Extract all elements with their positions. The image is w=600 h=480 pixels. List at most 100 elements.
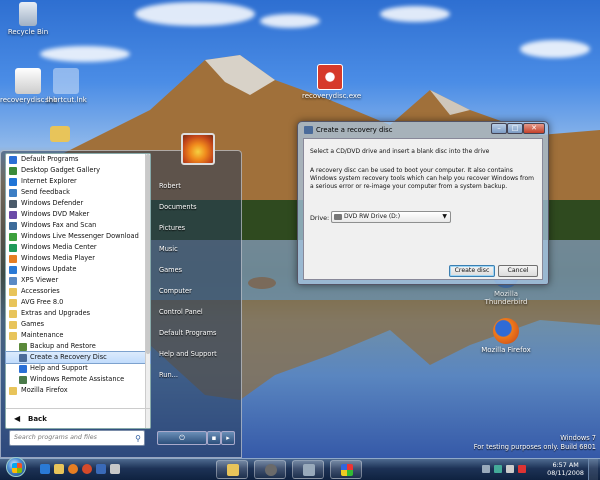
lock-button[interactable]: ▪ — [207, 431, 221, 445]
program-label: Accessories — [21, 287, 60, 295]
dialog-titlebar[interactable]: Create a recovery disc — [304, 124, 392, 136]
start-menu-link[interactable]: Run... — [159, 371, 178, 379]
program-item[interactable]: Send feedback — [6, 187, 150, 198]
taskbar-explorer-button[interactable] — [216, 460, 248, 479]
quicklaunch-media-player-icon[interactable] — [68, 464, 78, 474]
desktop-icon-folder[interactable] — [40, 126, 80, 144]
desktop-icon-recoverydisc-exe[interactable]: recoverydisc.exe — [302, 64, 361, 100]
network-icon[interactable] — [494, 465, 502, 473]
program-label: AVG Free 8.0 — [21, 298, 64, 306]
folder-icon — [227, 464, 239, 476]
program-item[interactable]: Help and Support — [6, 363, 150, 374]
program-item[interactable]: Internet Explorer — [6, 176, 150, 187]
cancel-button[interactable]: Cancel — [498, 265, 538, 277]
create-disc-button[interactable]: Create disc — [449, 265, 495, 277]
program-item[interactable]: Create a Recovery Disc — [5, 351, 151, 364]
search-input[interactable]: Search programs and files ⚲ — [9, 430, 145, 446]
close-button[interactable]: ✕ — [523, 123, 545, 134]
shutdown-button[interactable]: ⏻ — [157, 431, 207, 445]
desktop-icon-shortcut[interactable]: shortcut.lnk — [38, 68, 94, 104]
start-menu: Default Programs Desktop Gadget Gallery In… — [0, 133, 242, 458]
program-label: Send feedback — [21, 188, 70, 196]
program-item[interactable]: Windows DVD Maker — [6, 209, 150, 220]
avg-icon[interactable] — [518, 465, 526, 473]
dialog-instruction: Select a CD/DVD drive and insert a blank… — [310, 148, 490, 155]
close-icon: ✕ — [531, 124, 537, 132]
program-item[interactable]: Games — [6, 319, 150, 330]
start-button[interactable] — [6, 457, 26, 477]
back-button[interactable]: ◀ Back — [6, 408, 150, 428]
program-item[interactable]: Windows Fax and Scan — [6, 220, 150, 231]
tray-up-arrow-icon[interactable] — [482, 465, 490, 473]
program-label: Backup and Restore — [30, 342, 96, 350]
taskbar-shortcut-button[interactable] — [292, 460, 324, 479]
recovery-disc-icon — [304, 126, 313, 134]
program-icon — [9, 156, 17, 164]
volume-icon[interactable] — [506, 465, 514, 473]
power-options-button[interactable]: ▸ — [221, 431, 235, 445]
dialog-title: Create a recovery disc — [316, 126, 393, 134]
start-menu-link[interactable]: Music — [159, 245, 178, 253]
program-label: Windows Media Center — [21, 243, 97, 251]
program-item[interactable]: Windows Update — [6, 264, 150, 275]
program-label: XPS Viewer — [21, 276, 59, 284]
quicklaunch-ie-icon[interactable] — [40, 464, 50, 474]
quicklaunch-show-desktop-icon[interactable] — [110, 464, 120, 474]
program-label: Help and Support — [30, 364, 88, 372]
program-item[interactable]: Maintenance — [6, 330, 150, 341]
start-menu-link[interactable]: Help and Support — [159, 350, 217, 358]
system-tray: 6:57 AM 08/11/2008 — [480, 459, 598, 480]
desktop: Recycle Bin recoverydisc.lnk shortcut.ln… — [0, 0, 600, 458]
program-label: Mozilla Firefox — [21, 386, 68, 394]
shortcut-icon — [303, 464, 315, 476]
taskbar-media-button[interactable] — [330, 460, 362, 479]
folder-icon — [9, 321, 17, 329]
watermark-build: For testing purposes only. Build 6801 — [473, 443, 596, 451]
program-icon — [9, 266, 17, 274]
program-item[interactable]: Windows Remote Assistance — [6, 374, 150, 385]
start-menu-link[interactable]: Documents — [159, 203, 197, 211]
start-menu-link[interactable]: Pictures — [159, 224, 185, 232]
start-menu-right-pane: Robert Documents Pictures Music Games Compute… — [151, 133, 241, 431]
program-item[interactable]: Backup and Restore — [6, 341, 150, 352]
program-icon — [9, 233, 17, 241]
program-item[interactable]: Windows Live Messenger Download — [6, 231, 150, 242]
desktop-icon-recycle-bin[interactable]: Recycle Bin — [0, 2, 56, 36]
power-icon: ⏻ — [179, 434, 185, 442]
program-icon — [9, 222, 17, 230]
program-item[interactable]: Desktop Gadget Gallery — [6, 165, 150, 176]
start-menu-link[interactable]: Games — [159, 266, 182, 274]
programs-scrollbar[interactable] — [145, 154, 150, 428]
minimize-button[interactable]: – — [491, 123, 507, 134]
user-avatar[interactable] — [181, 133, 215, 165]
quicklaunch-explorer-icon[interactable] — [54, 464, 64, 474]
quicklaunch-firefox-icon[interactable] — [82, 464, 92, 474]
show-desktop-button[interactable] — [588, 459, 598, 480]
desktop-icon-firefox[interactable]: Mozilla Firefox — [478, 318, 534, 354]
program-item[interactable]: Windows Defender — [6, 198, 150, 209]
build-watermark: Windows 7 For testing purposes only. Bui… — [474, 434, 596, 452]
program-item[interactable]: AVG Free 8.0 — [6, 297, 150, 308]
desktop-icon-label: Recycle Bin — [7, 28, 49, 36]
program-item[interactable]: Accessories — [6, 286, 150, 297]
program-item[interactable]: XPS Viewer — [6, 275, 150, 286]
clock-time: 6:57 AM — [552, 461, 579, 469]
program-item[interactable]: Extras and Upgrades — [6, 308, 150, 319]
program-item[interactable]: Windows Media Player — [6, 253, 150, 264]
program-item[interactable]: Default Programs — [6, 154, 150, 165]
program-item[interactable]: Mozilla Firefox — [6, 385, 150, 396]
clock[interactable]: 6:57 AM 08/11/2008 — [547, 461, 584, 477]
taskbar-recovery-button[interactable] — [254, 460, 286, 479]
quicklaunch-thunderbird-icon[interactable] — [96, 464, 106, 474]
shortcut-icon — [53, 68, 79, 94]
program-icon — [9, 178, 17, 186]
windows-logo-icon — [12, 463, 22, 473]
start-menu-link[interactable]: Control Panel — [159, 308, 203, 316]
start-menu-link[interactable]: Default Programs — [159, 329, 216, 337]
start-menu-link[interactable]: Robert — [159, 182, 181, 190]
program-item[interactable]: Windows Media Center — [6, 242, 150, 253]
maximize-button[interactable]: □ — [507, 123, 523, 134]
start-menu-link[interactable]: Computer — [159, 287, 192, 295]
scrollbar-thumb[interactable] — [146, 154, 150, 354]
drive-select[interactable]: DVD RW Drive (D:) ▼ — [331, 211, 451, 223]
